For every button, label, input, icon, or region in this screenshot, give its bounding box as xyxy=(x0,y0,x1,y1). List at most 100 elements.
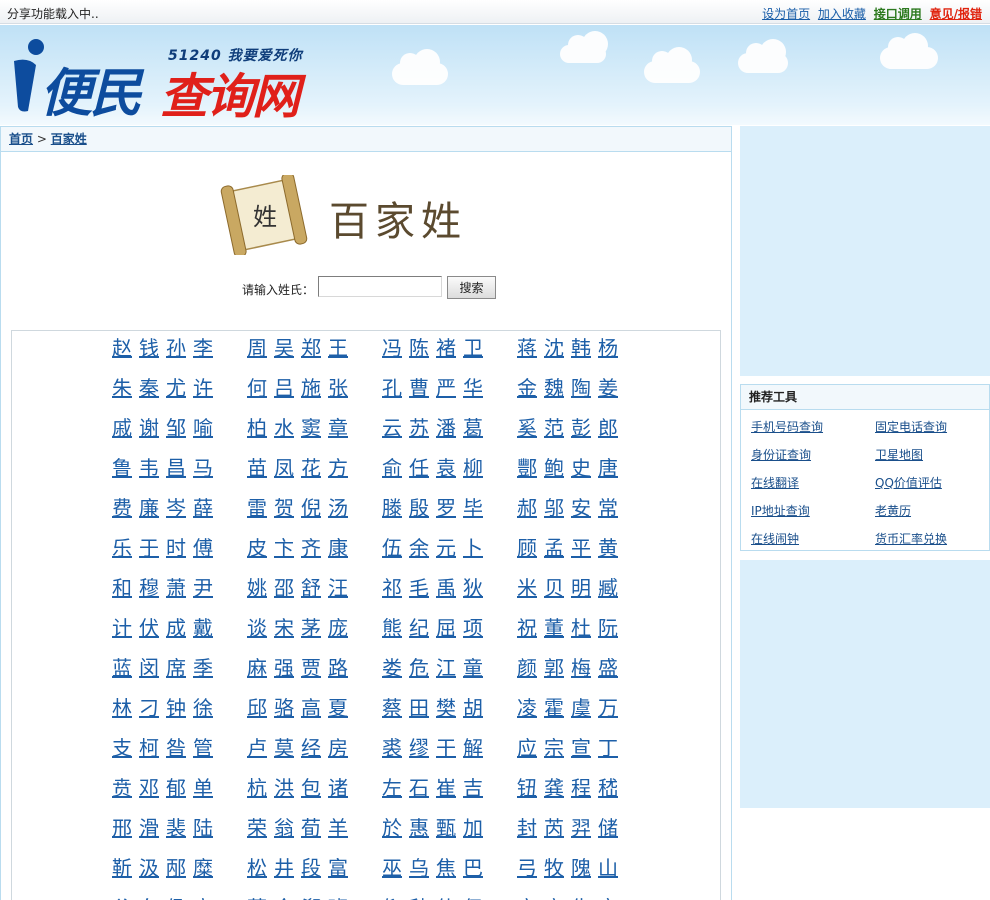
surname-link[interactable]: 潘 xyxy=(436,416,463,456)
surname-link[interactable]: 干 xyxy=(436,736,463,776)
surname-link[interactable]: 明 xyxy=(571,576,598,616)
surname-link[interactable]: 郁 xyxy=(166,776,193,816)
surname-link[interactable]: 房 xyxy=(328,736,355,776)
add-favorite-link[interactable]: 加入收藏 xyxy=(818,7,866,21)
surname-link[interactable]: 虞 xyxy=(571,696,598,736)
surname-link[interactable]: 左 xyxy=(382,776,409,816)
surname-link[interactable]: 华 xyxy=(463,376,490,416)
surname-link[interactable]: 彭 xyxy=(571,416,598,456)
breadcrumb-current-link[interactable]: 百家姓 xyxy=(51,132,87,146)
surname-link[interactable]: 石 xyxy=(409,776,436,816)
surname-link[interactable]: 俞 xyxy=(382,456,409,496)
surname-link[interactable]: 於 xyxy=(382,816,409,856)
tool-link-mobile-lookup[interactable]: 手机号码查询 xyxy=(751,418,823,435)
surname-link[interactable]: 和 xyxy=(112,576,139,616)
surname-link[interactable]: 经 xyxy=(301,736,328,776)
surname-link[interactable]: 郎 xyxy=(598,416,625,456)
surname-link[interactable]: 纪 xyxy=(409,616,436,656)
surname-link[interactable]: 蒋 xyxy=(517,336,544,376)
surname-link[interactable]: 尹 xyxy=(193,576,220,616)
surname-link[interactable]: 安 xyxy=(571,496,598,536)
surname-link[interactable]: 计 xyxy=(112,616,139,656)
surname-link[interactable]: 崔 xyxy=(436,776,463,816)
surname-link[interactable]: 唐 xyxy=(598,456,625,496)
surname-link[interactable]: 顾 xyxy=(517,536,544,576)
surname-link[interactable]: 卞 xyxy=(274,536,301,576)
surname-link[interactable]: 吴 xyxy=(274,336,301,376)
surname-link[interactable]: 季 xyxy=(193,656,220,696)
surname-link[interactable]: 单 xyxy=(193,776,220,816)
surname-link[interactable]: 褚 xyxy=(436,336,463,376)
surname-link[interactable]: 丁 xyxy=(598,736,625,776)
surname-link[interactable]: 萧 xyxy=(166,576,193,616)
surname-link[interactable]: 闵 xyxy=(139,656,166,696)
surname-link[interactable]: 袁 xyxy=(436,456,463,496)
surname-link[interactable]: 毛 xyxy=(409,576,436,616)
surname-link[interactable]: 酆 xyxy=(517,456,544,496)
surname-link[interactable]: 陈 xyxy=(409,336,436,376)
surname-link[interactable]: 车 xyxy=(139,896,166,900)
surname-link[interactable]: 汤 xyxy=(328,496,355,536)
surname-link[interactable]: 花 xyxy=(301,456,328,496)
surname-link[interactable]: 山 xyxy=(598,856,625,896)
surname-link[interactable]: 支 xyxy=(112,736,139,776)
surname-link[interactable]: 江 xyxy=(436,656,463,696)
surname-link[interactable]: 章 xyxy=(328,416,355,456)
surname-link[interactable]: 荀 xyxy=(301,816,328,856)
surname-link[interactable]: 余 xyxy=(409,536,436,576)
surname-link[interactable]: 曹 xyxy=(409,376,436,416)
surname-link[interactable]: 何 xyxy=(247,376,274,416)
surname-link[interactable]: 甄 xyxy=(436,816,463,856)
surname-link[interactable]: 邢 xyxy=(112,816,139,856)
surname-link[interactable]: 鲍 xyxy=(544,456,571,496)
surname-search-input[interactable] xyxy=(318,276,442,297)
surname-link[interactable]: 孔 xyxy=(382,376,409,416)
surname-link[interactable]: 娄 xyxy=(382,656,409,696)
surname-link[interactable]: 童 xyxy=(463,656,490,696)
tool-link-qq-value[interactable]: QQ价值评估 xyxy=(875,474,942,491)
surname-link[interactable]: 嵇 xyxy=(598,776,625,816)
surname-link[interactable]: 朱 xyxy=(112,376,139,416)
surname-link[interactable]: 韩 xyxy=(571,336,598,376)
site-logo[interactable]: 51240 我要爱死你 便民 查询网 xyxy=(10,33,310,125)
surname-link[interactable]: 魏 xyxy=(544,376,571,416)
surname-link[interactable]: 糜 xyxy=(193,856,220,896)
surname-link[interactable]: 柳 xyxy=(463,456,490,496)
surname-link[interactable]: 卢 xyxy=(247,736,274,776)
surname-link[interactable]: 伍 xyxy=(382,536,409,576)
surname-link[interactable]: 倪 xyxy=(301,496,328,536)
surname-link[interactable]: 邓 xyxy=(139,776,166,816)
surname-link[interactable]: 陶 xyxy=(571,376,598,416)
tool-link-landline-lookup[interactable]: 固定电话查询 xyxy=(875,418,947,435)
surname-link[interactable]: 庞 xyxy=(328,616,355,656)
surname-link[interactable]: 黄 xyxy=(598,536,625,576)
surname-link[interactable]: 卫 xyxy=(463,336,490,376)
surname-link[interactable]: 卜 xyxy=(463,536,490,576)
surname-link[interactable]: 戚 xyxy=(112,416,139,456)
surname-link[interactable]: 邬 xyxy=(544,496,571,536)
surname-link[interactable]: 苗 xyxy=(247,456,274,496)
surname-link[interactable]: 穆 xyxy=(139,576,166,616)
surname-link[interactable]: 邹 xyxy=(166,416,193,456)
surname-link[interactable]: 贲 xyxy=(112,776,139,816)
surname-link[interactable]: 时 xyxy=(166,536,193,576)
surname-link[interactable]: 颜 xyxy=(517,656,544,696)
surname-link[interactable]: 诸 xyxy=(328,776,355,816)
surname-link[interactable]: 傅 xyxy=(193,536,220,576)
surname-link[interactable]: 储 xyxy=(598,816,625,856)
tool-link-ip-lookup[interactable]: IP地址查询 xyxy=(751,502,810,519)
surname-link[interactable]: 郭 xyxy=(544,656,571,696)
surname-link[interactable]: 洪 xyxy=(274,776,301,816)
surname-link[interactable]: 韦 xyxy=(139,456,166,496)
surname-link[interactable]: 包 xyxy=(301,776,328,816)
surname-link[interactable]: 殷 xyxy=(409,496,436,536)
surname-link[interactable]: 羿 xyxy=(571,816,598,856)
surname-link[interactable]: 应 xyxy=(517,736,544,776)
tool-link-id-card-lookup[interactable]: 身份证查询 xyxy=(751,446,811,463)
surname-link[interactable]: 云 xyxy=(382,416,409,456)
surname-link[interactable]: 宣 xyxy=(571,736,598,776)
surname-link[interactable]: 秦 xyxy=(139,376,166,416)
surname-link[interactable]: 谢 xyxy=(139,416,166,456)
surname-link[interactable]: 孙 xyxy=(166,336,193,376)
surname-link[interactable]: 吕 xyxy=(274,376,301,416)
